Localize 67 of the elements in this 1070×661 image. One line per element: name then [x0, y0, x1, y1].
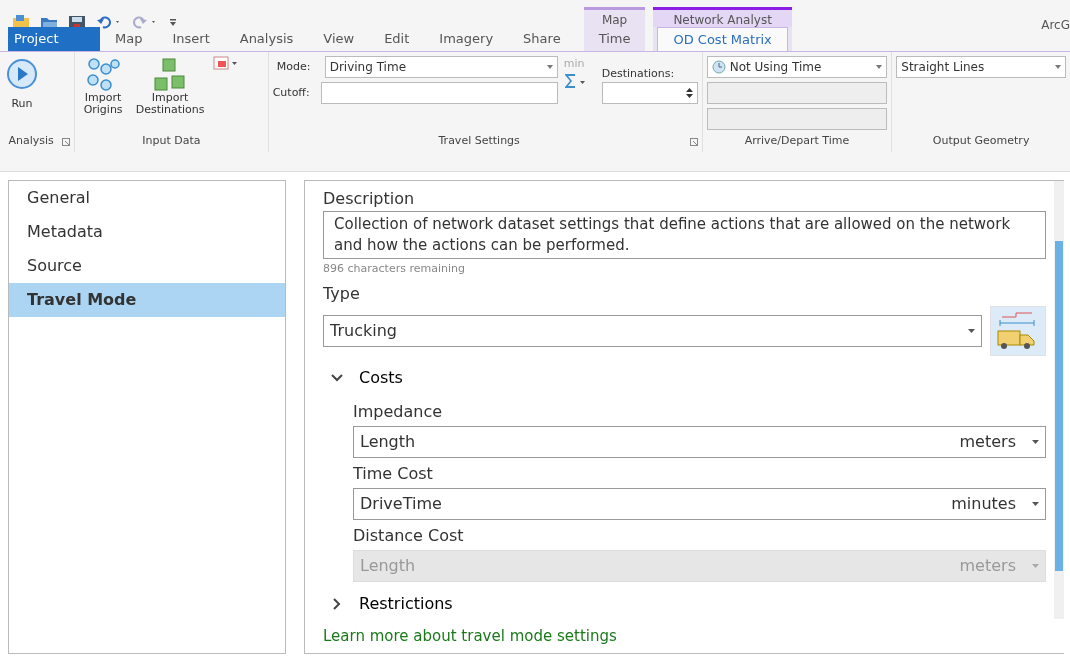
section-header[interactable]: Restrictions	[323, 581, 461, 619]
contextual-group-label: Map	[583, 7, 646, 27]
group-label: Travel Settings	[437, 133, 521, 150]
dialog-launcher-icon[interactable]	[62, 137, 71, 146]
time-dropdown[interactable]: Not Using Time	[706, 56, 888, 78]
caret-icon	[546, 65, 553, 69]
import-button[interactable]: Import Origins	[79, 56, 128, 134]
dialog-launcher-icon[interactable]	[689, 137, 698, 146]
help-link[interactable]: Learn more about travel mode settings	[305, 618, 1064, 653]
group-label: Output Geometry	[931, 133, 1031, 150]
field-label: Distance Cost	[353, 524, 465, 547]
cutoff-field[interactable]	[320, 82, 558, 104]
run-button[interactable]: Run	[4, 56, 40, 134]
import-button[interactable]: Import Destinations	[133, 56, 208, 134]
geometry-dropdown[interactable]: Straight Lines	[896, 56, 1066, 78]
ribbon-tab[interactable]: Analysis	[224, 27, 309, 51]
cost-dropdown[interactable]: Length meters	[353, 425, 1046, 458]
caret-icon	[1032, 501, 1039, 506]
section-header[interactable]: Costs	[323, 355, 411, 396]
ribbon-tab[interactable]: Map	[100, 27, 158, 51]
unit-label: min	[563, 56, 586, 72]
sidebar-item[interactable]: Travel Mode	[9, 283, 285, 317]
app-title: ArcG	[1041, 17, 1070, 34]
character-count: 896 characters remaining	[323, 261, 466, 277]
scrollbar[interactable]	[1054, 181, 1064, 619]
contextual-group-label: Network Analyst	[653, 7, 792, 27]
description-field[interactable]: Collection of network dataset settings that define actions that are allowed on the network and how the actions can be performed.	[323, 211, 1046, 259]
group-label: Input Data	[141, 133, 202, 150]
clock-icon	[711, 60, 726, 74]
ribbon-tab[interactable]: Project	[8, 27, 100, 51]
caret-icon	[968, 328, 975, 333]
redo-icon[interactable]	[132, 14, 158, 30]
cost-dropdown[interactable]: DriveTime minutes	[353, 487, 1046, 520]
ribbon-tab[interactable]: View	[308, 27, 370, 51]
ribbon-tab[interactable]: OD Cost Matrix	[657, 27, 788, 51]
destinations-spinner[interactable]	[601, 82, 698, 105]
caret-icon	[1055, 65, 1061, 69]
spin-icon	[685, 87, 693, 100]
ribbon-tab[interactable]: Time	[583, 27, 646, 51]
field-label: Destinations:	[601, 65, 676, 82]
field-label: Impedance	[353, 400, 444, 423]
caret-icon	[1032, 439, 1039, 444]
field-label: Description	[323, 188, 416, 210]
ribbon-tab[interactable]: Share	[508, 27, 576, 51]
sigma-dropdown-icon[interactable]	[563, 72, 588, 89]
chevron-down-icon	[331, 371, 343, 384]
travel-mode-button[interactable]	[990, 305, 1046, 356]
circles-icon	[86, 58, 121, 92]
ribbon-tab[interactable]: Insert	[157, 27, 225, 51]
squares-icon	[153, 58, 188, 92]
type-dropdown[interactable]: Trucking	[323, 314, 982, 347]
caret-icon	[876, 65, 883, 69]
table-dropdown-icon[interactable]	[213, 56, 240, 70]
caret-icon	[1032, 563, 1039, 568]
field-label: Time Cost	[353, 462, 434, 485]
chevron-right-icon	[331, 597, 343, 610]
undo-icon[interactable]	[96, 14, 122, 30]
field-label: Cutoff:	[272, 84, 311, 101]
cost-dropdown: Length meters	[353, 549, 1046, 582]
mode-dropdown[interactable]: Driving Time	[324, 56, 558, 78]
group-label: Arrive/Depart Time	[743, 133, 851, 150]
group-label: Analysis	[7, 133, 55, 150]
ribbon-tab[interactable]: Edit	[369, 27, 425, 51]
ribbon-tab[interactable]: Imagery	[424, 27, 509, 51]
play-icon	[6, 58, 38, 90]
field-label: Mode:	[276, 58, 312, 75]
field-label: Type	[323, 282, 361, 305]
